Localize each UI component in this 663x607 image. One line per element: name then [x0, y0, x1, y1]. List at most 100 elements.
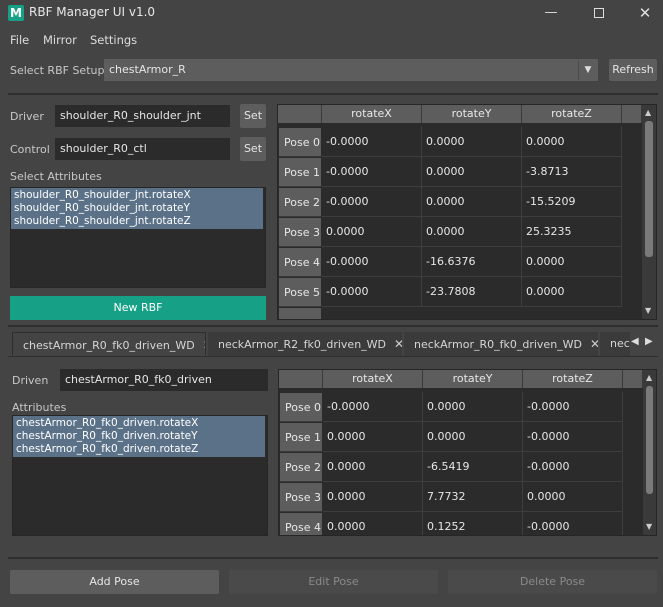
table-cell[interactable]: -0.0000	[322, 187, 422, 217]
table-cell[interactable]: 0.0000	[522, 247, 622, 277]
list-item[interactable]: chestArmor_R0_fk0_driven.rotateX	[13, 416, 265, 430]
table-cell[interactable]: 0.0000	[422, 127, 522, 157]
table-cell[interactable]: -15.5209	[522, 187, 622, 217]
driver-pose-table[interactable]: rotateX rotateY rotateZ Pose 0 -0.0000 0…	[277, 104, 657, 320]
table-cell[interactable]: 0.0000	[422, 187, 522, 217]
row-header[interactable]: Pose 4	[279, 248, 321, 277]
row-header[interactable]: Pose 5	[279, 278, 321, 307]
table-cell[interactable]: -0.0000	[322, 247, 422, 277]
close-icon[interactable]: ✕	[634, 3, 656, 23]
driver-field[interactable]: shoulder_R0_shoulder_jnt	[55, 105, 230, 127]
table-cell[interactable]: -0.0000	[323, 392, 423, 422]
menu-settings[interactable]: Settings	[90, 33, 137, 47]
row-header[interactable]: Pose 3	[280, 483, 322, 512]
table-cell[interactable]: -16.6376	[422, 247, 522, 277]
table-cell[interactable]: 0.0000	[323, 512, 423, 535]
column-header[interactable]: rotateX	[322, 105, 422, 123]
row-header[interactable]: Pose 2	[279, 188, 321, 217]
column-header[interactable]: rotateY	[422, 105, 522, 123]
table-cell[interactable]: 25.3235	[522, 217, 622, 247]
tab-scroll-left-icon[interactable]: ◀	[631, 336, 639, 347]
driven-label: Driven	[12, 374, 49, 387]
minimize-icon[interactable]: —	[540, 3, 562, 23]
close-tab-icon[interactable]: ✕	[203, 338, 205, 352]
chevron-down-icon[interactable]: ▼	[578, 60, 597, 80]
table-cell[interactable]: -0.0000	[523, 422, 623, 452]
table-cell[interactable]: 0.0000	[323, 422, 423, 452]
control-set-button[interactable]: Set	[240, 137, 266, 161]
scroll-up-icon[interactable]: ▲	[646, 373, 652, 382]
vertical-scrollbar[interactable]: ▲ ▼	[642, 105, 656, 319]
edit-pose-button[interactable]: Edit Pose	[229, 570, 438, 594]
app-logo-icon: M	[8, 5, 24, 21]
column-header[interactable]: rotateZ	[523, 370, 623, 388]
table-cell[interactable]: -0.0000	[322, 127, 422, 157]
column-header[interactable]: rotateY	[423, 370, 523, 388]
table-cell[interactable]: -23.7808	[422, 277, 522, 307]
row-header[interactable]: Pose 4	[280, 513, 322, 535]
list-item[interactable]: chestArmor_R0_fk0_driven.rotateZ	[13, 443, 265, 457]
control-field[interactable]: shoulder_R0_ctl	[55, 138, 230, 160]
delete-pose-button[interactable]: Delete Pose	[448, 570, 657, 594]
table-cell[interactable]: -0.0000	[523, 512, 623, 535]
vertical-scrollbar[interactable]: ▲ ▼	[643, 370, 656, 535]
menu-file[interactable]: File	[10, 33, 29, 47]
row-header[interactable]: Pose 0	[279, 128, 321, 157]
scroll-down-icon[interactable]: ▼	[646, 522, 652, 531]
table-cell[interactable]: 0.0000	[422, 217, 522, 247]
table-cell[interactable]: 0.1252	[423, 512, 523, 535]
tab-driven-1[interactable]: neckArmor_R2_fk0_driven_WD ✕	[208, 332, 402, 356]
table-cell[interactable]: -0.0000	[322, 157, 422, 187]
table-cell[interactable]: -0.0000	[523, 392, 623, 422]
new-rbf-button[interactable]: New RBF	[10, 296, 266, 320]
row-header[interactable]: Pose 3	[279, 218, 321, 247]
setup-dropdown[interactable]: chestArmor_R	[104, 59, 598, 81]
list-item[interactable]: chestArmor_R0_fk0_driven.rotateY	[13, 430, 265, 443]
tab-driven-2[interactable]: neckArmor_R0_fk0_driven_WD ✕	[404, 332, 598, 356]
table-cell[interactable]: 0.0000	[522, 127, 622, 157]
table-cell[interactable]: -0.0000	[322, 277, 422, 307]
driver-set-button[interactable]: Set	[240, 104, 266, 128]
add-pose-button[interactable]: Add Pose	[10, 570, 219, 594]
refresh-button[interactable]: Refresh	[609, 59, 657, 81]
scroll-up-icon[interactable]: ▲	[645, 108, 651, 117]
list-item[interactable]: shoulder_R0_shoulder_jnt.rotateZ	[11, 215, 263, 229]
table-cell[interactable]: 0.0000	[422, 157, 522, 187]
scrollbar-thumb[interactable]	[645, 121, 653, 257]
row-header[interactable]: Pose 1	[280, 423, 322, 452]
row-header[interactable]: Pose 0	[280, 393, 322, 422]
table-cell[interactable]: 7.7732	[423, 482, 523, 512]
driven-attributes-list[interactable]: chestArmor_R0_fk0_driven.rotateX chestAr…	[12, 415, 268, 536]
table-cell[interactable]: -6.5419	[423, 452, 523, 482]
table-cell[interactable]: -0.0000	[523, 452, 623, 482]
tab-label: neckArmor_R2_fk0_driven_WD	[218, 338, 387, 351]
table-cell[interactable]: -3.8713	[522, 157, 622, 187]
scrollbar-thumb[interactable]	[646, 386, 653, 494]
list-item[interactable]: shoulder_R0_shoulder_jnt.rotateY	[11, 202, 263, 215]
table-cell[interactable]: 0.0000	[322, 217, 422, 247]
tab-driven-3[interactable]: nec	[600, 332, 630, 356]
driven-field[interactable]: chestArmor_R0_fk0_driven	[60, 369, 268, 391]
setup-dropdown-value: chestArmor_R	[109, 63, 186, 76]
close-tab-icon[interactable]: ✕	[590, 337, 598, 351]
tab-label: nec	[610, 337, 630, 350]
table-cell[interactable]: 0.0000	[423, 392, 523, 422]
driver-attributes-list[interactable]: shoulder_R0_shoulder_jnt.rotateX shoulde…	[10, 187, 266, 288]
tab-scroll-right-icon[interactable]: ▶	[645, 336, 653, 347]
driven-pose-table[interactable]: rotateX rotateY rotateZ Pose 0 -0.0000 0…	[278, 369, 657, 536]
table-cell[interactable]: 0.0000	[423, 422, 523, 452]
scroll-down-icon[interactable]: ▼	[645, 306, 651, 315]
table-cell[interactable]: 0.0000	[522, 277, 622, 307]
table-cell[interactable]: 0.0000	[323, 482, 423, 512]
menu-mirror[interactable]: Mirror	[43, 33, 77, 47]
tab-driven-0[interactable]: chestArmor_R0_fk0_driven_WD ✕	[12, 332, 206, 356]
column-header[interactable]: rotateZ	[522, 105, 622, 123]
maximize-icon[interactable]	[588, 3, 610, 23]
close-tab-icon[interactable]: ✕	[394, 337, 402, 351]
table-cell[interactable]: 0.0000	[523, 482, 623, 512]
table-cell[interactable]: 0.0000	[323, 452, 423, 482]
list-item[interactable]: shoulder_R0_shoulder_jnt.rotateX	[11, 188, 263, 202]
column-header[interactable]: rotateX	[323, 370, 423, 388]
row-header[interactable]: Pose 2	[280, 453, 322, 482]
row-header[interactable]: Pose 1	[279, 158, 321, 187]
